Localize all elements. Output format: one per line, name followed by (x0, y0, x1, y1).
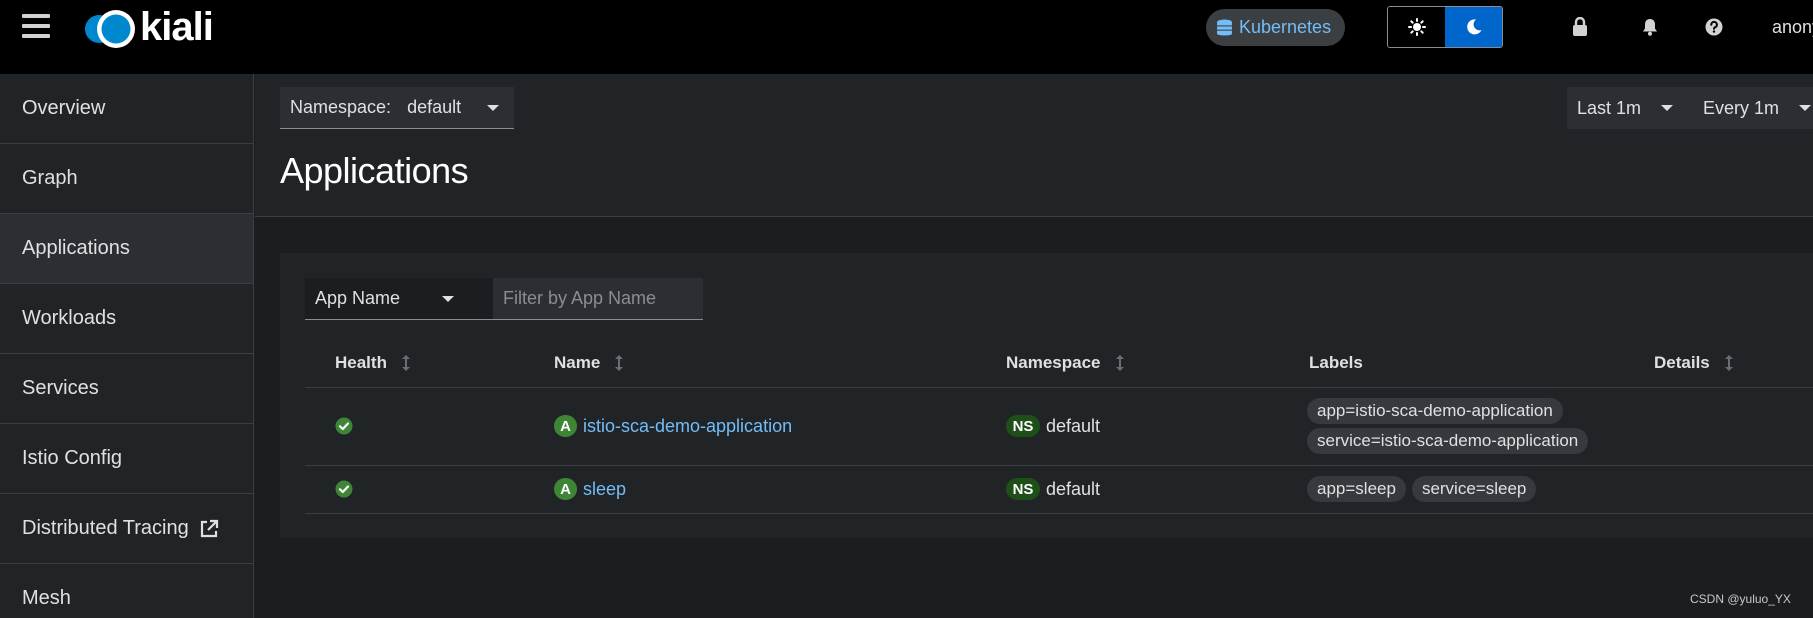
kiali-logo-icon (85, 10, 135, 48)
sidebar-item-distributed-tracing[interactable]: Distributed Tracing (0, 494, 253, 564)
sidebar-item-label: Services (22, 377, 99, 399)
filter-input[interactable] (493, 278, 703, 320)
applications-card: App Name Health Name Name (280, 253, 1813, 538)
masthead: kiali Kubernetes anon (0, 0, 1813, 74)
filter-type-select[interactable]: App Name (305, 278, 493, 320)
label-chip[interactable]: app=istio-sca-demo-application (1307, 398, 1563, 424)
cluster-badge[interactable]: Kubernetes (1206, 9, 1346, 46)
external-link-icon (199, 519, 219, 539)
table-header: Health Name Namespace Labels Details (305, 338, 1813, 388)
sidebar-item-label: Distributed Tracing (22, 517, 189, 539)
sidebar-item-label: Applications (22, 237, 130, 259)
watermark: CSDN @yuluo_YX (1690, 592, 1791, 606)
namespace-badge: NS (1006, 415, 1040, 437)
label-chip[interactable]: service=sleep (1411, 476, 1537, 502)
sidebar-item-applications[interactable]: Applications (0, 214, 253, 284)
sidebar-item-label: Workloads (22, 307, 117, 329)
sidebar-item-mesh[interactable]: Mesh (0, 564, 253, 618)
column-title: Labels (1309, 353, 1363, 372)
sidebar-item-label: Graph (22, 167, 78, 189)
labels-cell: app=sleep service=sleep (1307, 476, 1542, 502)
chevron-down-icon (1661, 105, 1674, 111)
namespace-select[interactable]: Namespace: default (280, 87, 514, 129)
chevron-down-icon (1799, 105, 1812, 111)
page-title: Applications (280, 150, 469, 191)
column-title: Name (554, 353, 601, 372)
app-link[interactable]: sleep (583, 479, 626, 500)
main-content: Namespace: default Last 1m Every 1m Appl… (255, 74, 1813, 618)
namespace-value: default (1046, 415, 1101, 436)
light-theme-button[interactable] (1388, 7, 1445, 47)
kiali-logo[interactable]: kiali (82, 4, 214, 52)
namespace-cell: NS default (1006, 415, 1100, 437)
duration-select[interactable]: Last 1m (1567, 87, 1693, 129)
health-ok-icon[interactable] (335, 480, 353, 498)
app-badge: A (554, 415, 577, 437)
user-menu[interactable]: anonymous (1772, 17, 1813, 38)
logo-text: kiali (140, 4, 214, 49)
sort-icon[interactable] (1724, 354, 1734, 372)
hamburger-menu-icon[interactable] (22, 14, 50, 40)
health-ok-icon[interactable] (335, 417, 353, 435)
namespace-label: Namespace: (290, 97, 392, 117)
chevron-down-icon (442, 295, 455, 302)
column-header-details[interactable]: Details (1654, 338, 1734, 388)
labels-cell: app=istio-sca-demo-application service=i… (1307, 398, 1647, 454)
duration-value: Last 1m (1577, 97, 1642, 118)
sun-icon (1407, 18, 1426, 36)
refresh-value: Every 1m (1703, 97, 1780, 118)
table-row: A istio-sca-demo-application NS default … (305, 388, 1813, 466)
help-icon[interactable] (1703, 16, 1725, 38)
column-header-health[interactable]: Health (335, 338, 411, 388)
sort-icon[interactable] (401, 354, 411, 372)
theme-toggle (1387, 6, 1503, 48)
app-name-cell: A sleep (554, 478, 626, 500)
app-link[interactable]: istio-sca-demo-application (583, 416, 792, 437)
sidebar-item-label: Mesh (22, 587, 71, 609)
namespace-value: default (407, 97, 462, 117)
time-controls: Last 1m Every 1m (1567, 87, 1813, 129)
sort-icon[interactable] (614, 354, 624, 372)
label-chip[interactable]: app=sleep (1307, 476, 1406, 502)
sort-icon[interactable] (1115, 354, 1125, 372)
label-chip[interactable]: service=istio-sca-demo-application (1307, 428, 1589, 454)
sidebar-item-services[interactable]: Services (0, 354, 253, 424)
sidebar-item-workloads[interactable]: Workloads (0, 284, 253, 354)
column-header-namespace[interactable]: Namespace (1006, 338, 1125, 388)
sidebar-item-label: Istio Config (22, 447, 123, 469)
app-name-cell: A istio-sca-demo-application (554, 415, 792, 437)
namespace-badge: NS (1006, 478, 1040, 500)
namespace-cell: NS default (1006, 478, 1100, 500)
column-title: Namespace (1006, 353, 1101, 372)
page-toolbar: Namespace: default Last 1m Every 1m Appl… (255, 74, 1813, 217)
column-header-labels: Labels (1309, 338, 1363, 388)
sidebar-nav: Overview Graph Applications Workloads Se… (0, 74, 254, 618)
lock-icon[interactable] (1569, 16, 1591, 38)
applications-table: Health Name Namespace Labels Details A i… (305, 338, 1813, 514)
sidebar-item-istio-config[interactable]: Istio Config (0, 424, 253, 494)
moon-icon (1466, 19, 1481, 35)
cluster-label: Kubernetes (1239, 17, 1332, 37)
filter-type-value: App Name (315, 288, 401, 308)
chevron-down-icon (487, 104, 500, 111)
refresh-interval-select[interactable]: Every 1m (1693, 87, 1813, 129)
column-title: Health (335, 353, 387, 372)
namespace-value: default (1046, 478, 1101, 499)
sidebar-item-label: Overview (22, 97, 106, 119)
sidebar-item-overview[interactable]: Overview (0, 74, 253, 144)
dark-theme-button[interactable] (1445, 7, 1502, 47)
app-badge: A (554, 478, 577, 500)
bell-icon[interactable] (1639, 16, 1661, 38)
column-header-name[interactable]: Name (554, 338, 624, 388)
column-title: Details (1654, 353, 1710, 372)
sidebar-item-graph[interactable]: Graph (0, 144, 253, 214)
database-icon (1217, 19, 1232, 36)
table-row: A sleep NS default app=sleep service=sle… (305, 466, 1813, 514)
